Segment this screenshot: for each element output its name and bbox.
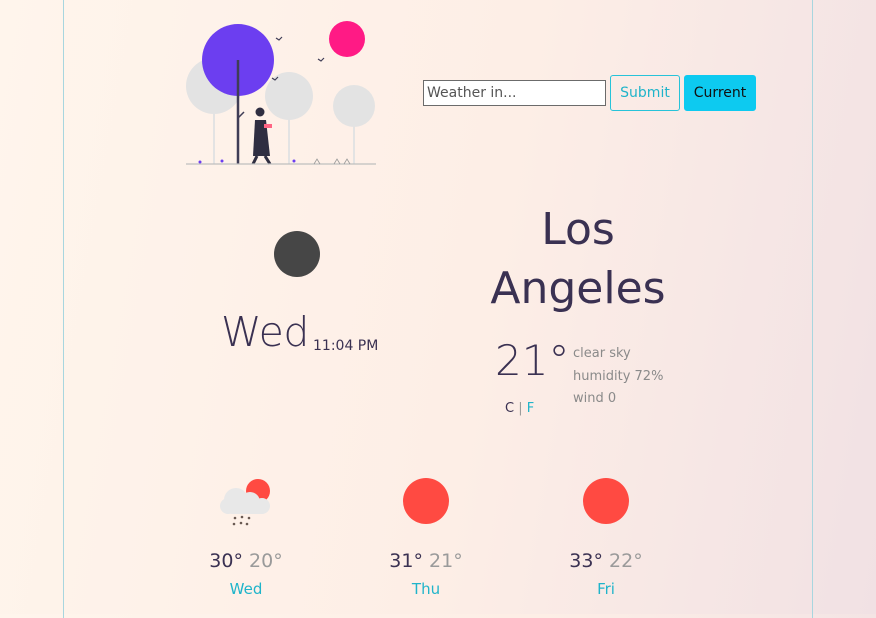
forecast-temps: 33° 22° xyxy=(536,550,676,572)
forecast-low: 20° xyxy=(249,550,283,572)
city-name: Los Angeles xyxy=(490,204,666,314)
search-input[interactable] xyxy=(423,80,606,106)
forecast-day-1: 30° 20° Wed xyxy=(176,474,316,598)
weather-details: clear sky humidity 72% wind 0 xyxy=(573,343,663,411)
forecast-high: 31° xyxy=(389,550,423,572)
sun-icon xyxy=(583,478,629,524)
forecast-high: 33° xyxy=(569,550,603,572)
fahrenheit-link[interactable]: F xyxy=(527,401,534,416)
search-form: Submit Current xyxy=(423,75,756,111)
celsius-link[interactable]: C xyxy=(505,401,514,416)
current-temperature: 21° xyxy=(495,336,570,385)
weather-description: clear sky xyxy=(573,346,631,361)
sun-icon xyxy=(403,478,449,524)
unit-separator: | xyxy=(518,401,523,416)
forecast-day-label: Thu xyxy=(411,580,441,598)
submit-button[interactable]: Submit xyxy=(610,75,680,111)
unit-toggle: C | F xyxy=(505,401,534,416)
forecast-day-label: Wed xyxy=(229,580,263,598)
current-time: 11:04 PM xyxy=(313,338,379,354)
moon-icon xyxy=(274,231,320,277)
woman-walking-illustration xyxy=(186,21,376,165)
humidity-text: humidity 72% xyxy=(573,368,664,384)
current-location-button[interactable]: Current xyxy=(684,75,756,111)
current-day: Wed xyxy=(221,308,309,356)
forecast-day-3: 33° 22° Fri xyxy=(536,474,676,598)
forecast-low: 21° xyxy=(429,550,463,572)
forecast-day-label: Fri xyxy=(597,580,615,598)
forecast-high: 30° xyxy=(209,550,243,572)
wind-text: wind 0 xyxy=(573,391,617,406)
forecast-temps: 30° 20° xyxy=(176,550,316,572)
forecast-low: 22° xyxy=(609,550,643,572)
forecast-temps: 31° 21° xyxy=(356,550,496,572)
forecast-day-2: 31° 21° Thu xyxy=(356,474,496,598)
rain-cloud-icon xyxy=(220,479,270,526)
